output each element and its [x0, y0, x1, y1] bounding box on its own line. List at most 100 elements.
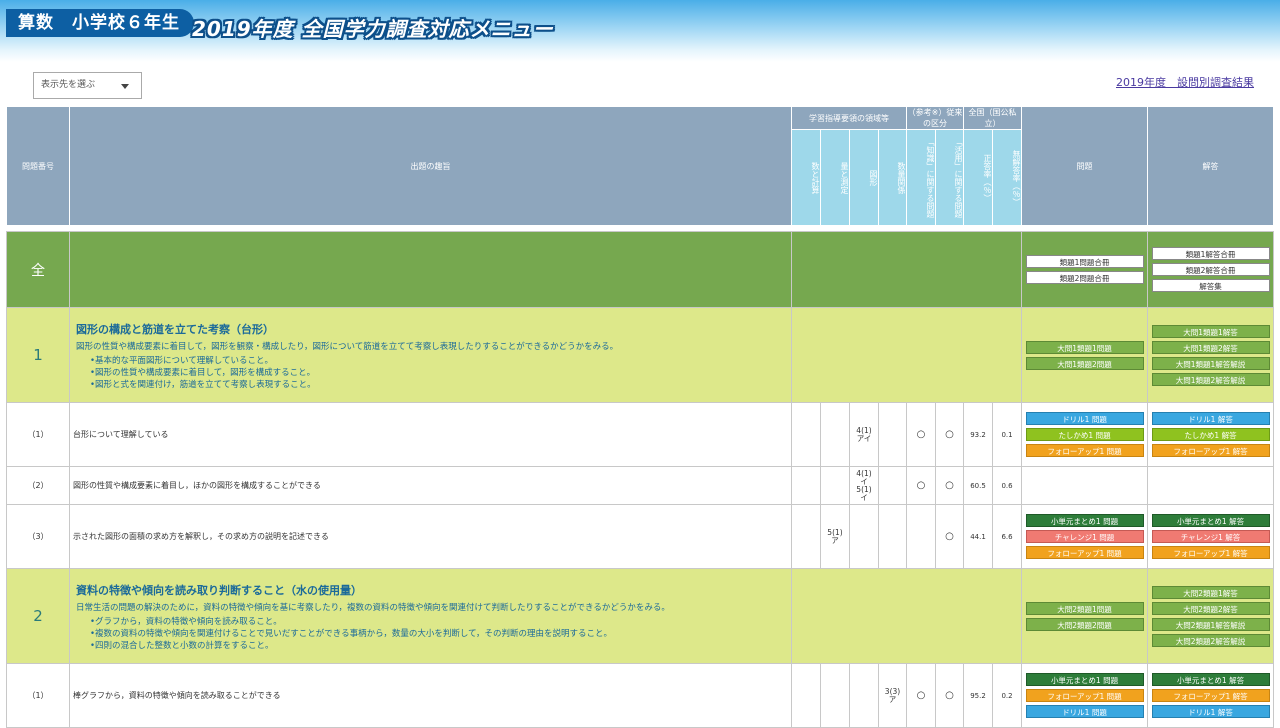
col-header-aim: 出題の趣旨	[69, 106, 792, 226]
section-answer-button[interactable]: 大問1類題1解答	[1151, 324, 1270, 338]
question-answer-buttons	[1147, 466, 1275, 505]
section-answer-button[interactable]: 大問2類題1解答	[1151, 585, 1270, 599]
section-row: 2 資料の特徴や傾向を読み取り判断すること（水の使用量） 日常生活の問題の解決の…	[6, 568, 1275, 664]
application-mark: ○	[934, 402, 965, 467]
domain-relation	[878, 402, 907, 467]
section-answer-button[interactable]: 大問1類題2解答解説	[1151, 372, 1270, 386]
section-problem-buttons: 大問2類題1問題 大問2類題2問題	[1021, 568, 1149, 664]
domain-figure	[849, 504, 879, 569]
question-answer-button[interactable]: フォローアップ1 解答	[1151, 444, 1270, 457]
no-answer-rate: 0.6	[992, 466, 1023, 505]
question-answer-button[interactable]: フォローアップ1 解答	[1151, 689, 1270, 702]
col-header-number-calc: 数と計算	[791, 129, 821, 226]
no-answer-rate: 6.6	[992, 504, 1023, 569]
question-answer-button[interactable]: たしかめ1 解答	[1151, 428, 1270, 441]
col-header-answer: 解答	[1147, 106, 1275, 226]
page-title: 2019年度 全国学力調査対応メニュー	[192, 17, 554, 41]
knowledge-mark	[906, 504, 936, 569]
col-header-application: 「活用」に関する問題	[934, 129, 965, 226]
section-number: 2	[6, 568, 70, 664]
application-mark: ○	[934, 663, 965, 728]
question-problem-button[interactable]: ドリル1 問題	[1025, 412, 1144, 425]
knowledge-mark: ○	[906, 466, 936, 505]
domain-number-calc	[791, 466, 821, 505]
destination-select-value: 表示先を選ぶ	[41, 80, 96, 90]
col-header-no-answer-rate: 無解答率（％）	[992, 129, 1023, 226]
question-row: （3） 示された図形の面積の求め方を解釈し，その求め方の説明を記述できる 5(1) …	[6, 504, 1275, 569]
question-number: （1）	[6, 663, 70, 728]
domain-quantity	[820, 402, 850, 467]
question-answer-button[interactable]: フォローアップ1 解答	[1151, 546, 1270, 559]
section-answer-button[interactable]: 大問2類題1解答解説	[1151, 617, 1270, 631]
menu-table: 問題番号 出題の趣旨 学習指導要領の領域等 （参考※）従来の区分 全国（国公私立…	[6, 106, 1275, 728]
question-problem-button[interactable]: たしかめ1 問題	[1025, 428, 1144, 441]
correct-rate: 44.1	[963, 504, 994, 569]
section-answer-buttons: 大問1類題1解答 大問1類題2解答 大問1類題1解答解説 大問1類題2解答解説	[1147, 307, 1275, 403]
question-answer-button[interactable]: ドリル1 解答	[1151, 412, 1270, 425]
question-number: （2）	[6, 466, 70, 505]
section-answer-button[interactable]: 大問1類題2解答	[1151, 340, 1270, 354]
question-problem-button[interactable]: フォローアップ1 問題	[1025, 546, 1144, 559]
survey-results-link[interactable]: 2019年度 設問別調査結果	[1116, 74, 1254, 90]
question-answer-button[interactable]: 小単元まとめ1 解答	[1151, 514, 1270, 527]
section-bullet: 図形と式を関連付け，筋道を立てて考察し表現すること。	[90, 378, 785, 390]
correct-rate: 60.5	[963, 466, 994, 505]
all-answer-button[interactable]: 類題1解答合冊	[1151, 247, 1270, 260]
question-row: （2） 図形の性質や構成要素に着目し，ほかの図形を構成することができる 4(1) イ…	[6, 466, 1275, 505]
col-header-category: （参考※）従来の区分	[905, 106, 965, 130]
question-problem-button[interactable]: フォローアップ1 問題	[1025, 444, 1144, 457]
question-aim: 台形について理解している	[69, 402, 792, 467]
destination-select[interactable]: 表示先を選ぶ	[33, 72, 142, 99]
question-answer-button[interactable]: 小単元まとめ1 解答	[1151, 673, 1270, 686]
question-answer-button[interactable]: ドリル1 解答	[1151, 705, 1270, 718]
question-number: （1）	[6, 402, 70, 467]
question-aim: 棒グラフから，資料の特徴や傾向を読み取ることができる	[69, 663, 792, 728]
question-answer-button[interactable]: チャレンジ1 解答	[1151, 530, 1270, 543]
domain-quantity	[820, 663, 850, 728]
subject-badge: 算数 小学校６年生	[6, 9, 194, 37]
section-answer-button[interactable]: 大問2類題2解答	[1151, 601, 1270, 615]
section-number: 1	[6, 307, 70, 403]
header-banner: 算数 小学校６年生 2019年度 全国学力調査対応メニュー	[0, 0, 1280, 62]
section-row: 1 図形の構成と筋道を立てた考察（台形） 図形の性質や構成要素に着目して，図形を…	[6, 307, 1275, 403]
section-problem-button[interactable]: 大問1類題2問題	[1025, 356, 1144, 370]
all-row-answer-buttons: 類題1解答合冊 類題2解答合冊 解答集	[1147, 231, 1275, 308]
section-problem-button[interactable]: 大問2類題1問題	[1025, 601, 1144, 615]
correct-rate: 93.2	[963, 402, 994, 467]
all-answer-button[interactable]: 解答集	[1151, 279, 1270, 292]
domain-quantity	[820, 466, 850, 505]
question-problem-buttons: 小単元まとめ1 問題 チャレンジ1 問題 フォローアップ1 問題	[1021, 504, 1149, 569]
section-title: 図形の構成と筋道を立てた考察（台形）	[76, 322, 274, 336]
section-description: 資料の特徴や傾向を読み取り判断すること（水の使用量） 日常生活の問題の解決のため…	[69, 568, 792, 664]
all-problem-button[interactable]: 類題1問題合冊	[1025, 255, 1144, 268]
section-answer-button[interactable]: 大問1類題1解答解説	[1151, 356, 1270, 370]
domain-quantity: 5(1) ア	[820, 504, 850, 569]
domain-relation	[878, 504, 907, 569]
question-aim: 示された図形の面積の求め方を解釈し，その求め方の説明を記述できる	[69, 504, 792, 569]
question-problem-button[interactable]: チャレンジ1 問題	[1025, 530, 1144, 543]
section-answer-buttons: 大問2類題1解答 大問2類題2解答 大問2類題1解答解説 大問2類題2解答解説	[1147, 568, 1275, 664]
knowledge-mark: ○	[906, 402, 936, 467]
question-aim: 図形の性質や構成要素に着目し，ほかの図形を構成することができる	[69, 466, 792, 505]
section-problem-buttons: 大問1類題1問題 大問1類題2問題	[1021, 307, 1149, 403]
section-answer-button[interactable]: 大問2類題2解答解説	[1151, 633, 1270, 647]
all-problem-button[interactable]: 類題2問題合冊	[1025, 271, 1144, 284]
section-desc: 図形の性質や構成要素に着目して，図形を観察・構成したり，図形について筋道を立てて…	[76, 341, 619, 352]
domain-number-calc	[791, 663, 821, 728]
section-description: 図形の構成と筋道を立てた考察（台形） 図形の性質や構成要素に着目して，図形を観察…	[69, 307, 792, 403]
no-answer-rate: 0.1	[992, 402, 1023, 467]
chevron-down-icon	[121, 84, 129, 89]
question-problem-button[interactable]: ドリル1 問題	[1025, 705, 1144, 718]
correct-rate: 95.2	[963, 663, 994, 728]
question-problem-button[interactable]: 小単元まとめ1 問題	[1025, 514, 1144, 527]
col-header-knowledge: 「知識」に関する問題	[906, 129, 936, 226]
domain-figure: 4(1) イ 5(1) イ	[849, 466, 879, 505]
question-problem-button[interactable]: 小単元まとめ1 問題	[1025, 673, 1144, 686]
col-header-domain: 学習指導要領の領域等	[791, 106, 907, 130]
section-problem-button[interactable]: 大問1類題1問題	[1025, 340, 1144, 354]
all-answer-button[interactable]: 類題2解答合冊	[1151, 263, 1270, 276]
section-problem-button[interactable]: 大問2類題2問題	[1025, 617, 1144, 631]
question-problem-buttons: 小単元まとめ1 問題 フォローアップ1 問題 ドリル1 問題	[1021, 663, 1149, 728]
question-problem-button[interactable]: フォローアップ1 問題	[1025, 689, 1144, 702]
domain-number-calc	[791, 402, 821, 467]
